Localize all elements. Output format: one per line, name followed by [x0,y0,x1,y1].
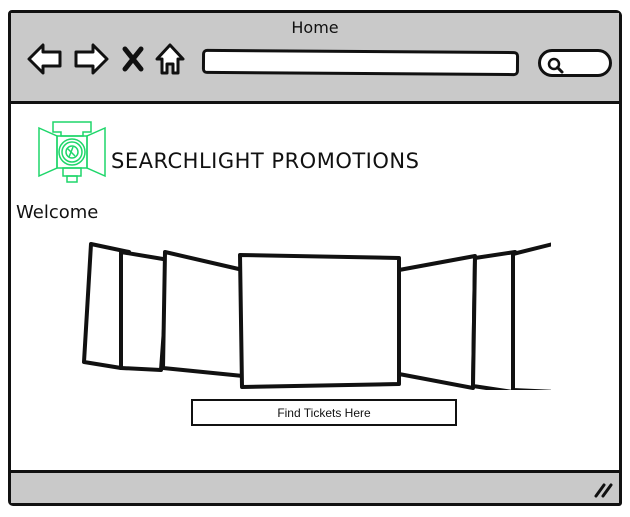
welcome-heading: Welcome [16,202,99,223]
forward-icon[interactable] [71,39,111,79]
search-icon [547,57,564,74]
home-icon[interactable] [154,39,186,79]
search-input[interactable] [538,49,612,77]
find-tickets-button[interactable]: Find Tickets Here [191,399,457,426]
stop-icon[interactable] [121,39,145,79]
browser-window: Home SEARCHLIGHT PROMOTIONS Welcome Find… [8,10,622,506]
carousel-slide [511,242,557,394]
searchlight-logo [37,120,107,188]
back-icon[interactable] [25,39,65,79]
window-title: Home [291,18,339,37]
carousel-slide [471,250,517,394]
image-carousel[interactable] [81,230,557,394]
carousel-slide [161,250,245,378]
brand-name: SEARCHLIGHT PROMOTIONS [111,149,420,173]
carousel-slide [397,254,477,390]
carousel-slide [238,253,401,389]
page-content: SEARCHLIGHT PROMOTIONS Welcome Find Tick… [11,104,619,470]
resize-grip-icon[interactable] [593,482,615,498]
browser-toolbar: Home [11,13,619,104]
address-bar[interactable] [201,48,520,77]
status-bar [11,470,619,503]
